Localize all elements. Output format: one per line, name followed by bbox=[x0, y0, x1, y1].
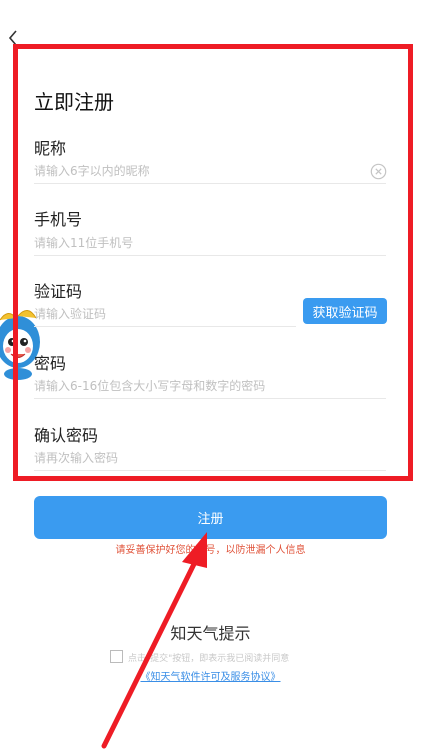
code-input[interactable] bbox=[34, 301, 296, 327]
agreement-link[interactable]: 《知天气软件许可及服务协议》 bbox=[0, 668, 421, 683]
agree-text: 点击"提交"按钮，即表示我已阅读并同意 bbox=[128, 654, 290, 664]
register-button[interactable]: 注册 bbox=[34, 496, 387, 539]
code-label: 验证码 bbox=[34, 282, 83, 301]
agreement-row: 点击"提交"按钮，即表示我已阅读并同意 bbox=[110, 650, 320, 666]
clear-circle-icon bbox=[370, 163, 387, 180]
nickname-label: 昵称 bbox=[34, 139, 67, 158]
clear-button[interactable] bbox=[370, 163, 387, 180]
nickname-input[interactable] bbox=[34, 158, 386, 184]
privacy-note: 请妥善保护好您的账号，以防泄漏个人信息 bbox=[115, 545, 306, 556]
confirm-password-label: 确认密码 bbox=[34, 426, 99, 445]
tips-title: 知天气提示 bbox=[170, 624, 251, 643]
password-input[interactable] bbox=[34, 373, 386, 399]
form-title: 立即注册 bbox=[34, 90, 114, 114]
password-label: 密码 bbox=[34, 354, 67, 373]
agree-checkbox[interactable] bbox=[110, 650, 123, 663]
confirm-password-input[interactable] bbox=[34, 445, 386, 471]
phone-input[interactable] bbox=[34, 230, 386, 256]
get-code-button[interactable]: 获取验证码 bbox=[303, 298, 387, 324]
phone-label: 手机号 bbox=[34, 210, 83, 229]
